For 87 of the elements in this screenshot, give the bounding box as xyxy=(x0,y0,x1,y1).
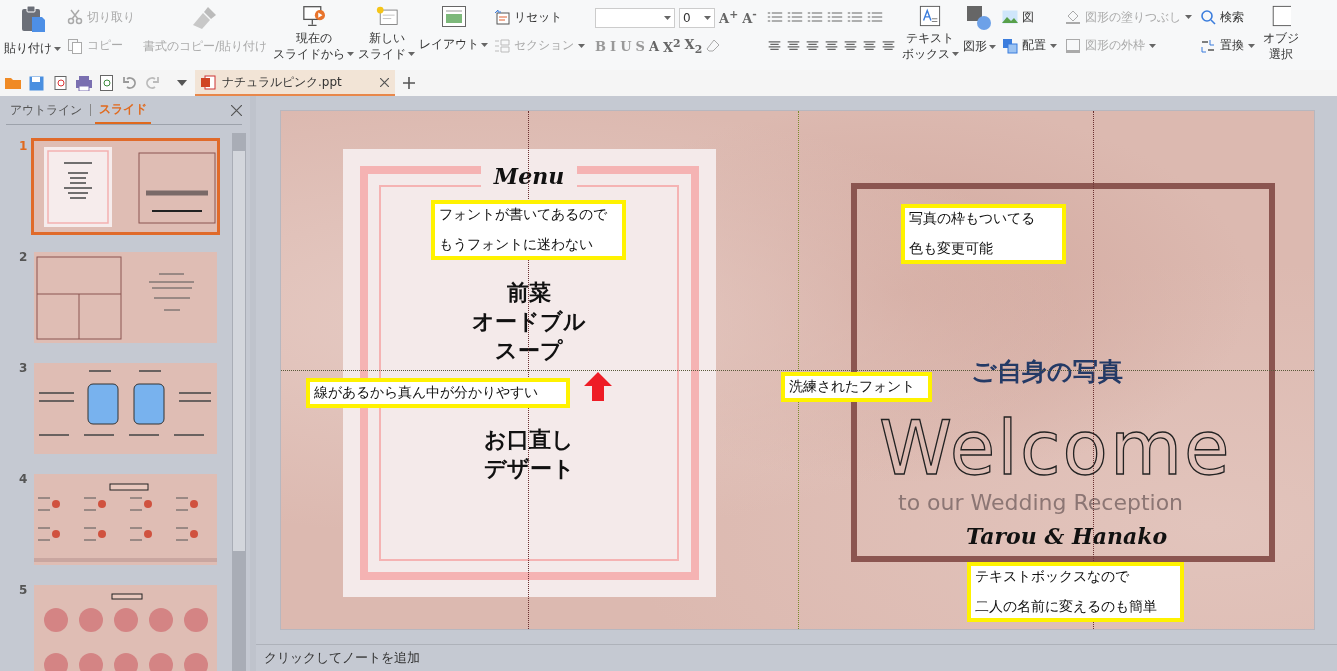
outline-icon xyxy=(1064,37,1081,54)
caret-icon xyxy=(347,52,355,56)
font-name-field[interactable] xyxy=(595,7,676,28)
font-size-button[interactable]: A$^{+}$ xyxy=(719,8,739,27)
close-icon[interactable] xyxy=(380,77,389,87)
caret-icon xyxy=(1148,43,1156,48)
caret-icon xyxy=(951,52,959,56)
align-icon[interactable] xyxy=(766,38,782,53)
photo-caption: ご自身の写真 xyxy=(971,356,1123,388)
eraser-icon[interactable] xyxy=(706,39,721,54)
caret-icon xyxy=(1049,43,1057,48)
paste-button[interactable]: 貼り付け xyxy=(4,0,61,62)
format-button[interactable]: X$^{2}$ xyxy=(662,36,681,56)
align-icon[interactable] xyxy=(861,38,877,53)
paragraph-icon[interactable] xyxy=(766,10,783,25)
callout-note: 線があるから真ん中が分かりやすい xyxy=(306,378,570,408)
callout-note: テキストボックスなので 二人の名前に変えるのも簡単 xyxy=(967,562,1184,622)
caret-icon xyxy=(54,46,61,51)
layout-button[interactable]: レイアウト xyxy=(419,0,489,62)
document-tab[interactable]: ナチュラルピンク.ppt xyxy=(195,70,395,96)
couple-names: Tarou & Hanako xyxy=(966,523,1168,549)
panel-tab[interactable]: アウトライン xyxy=(6,97,86,123)
caret-icon xyxy=(481,42,489,47)
align-icon[interactable] xyxy=(842,38,858,53)
align-icon[interactable] xyxy=(804,38,820,53)
paragraph-icon[interactable] xyxy=(806,10,823,25)
select-icon xyxy=(1270,5,1291,27)
replace-button[interactable]: 置換 xyxy=(1199,37,1255,55)
text-box-icon xyxy=(918,5,943,27)
format-button[interactable]: A xyxy=(648,38,659,54)
arrange-button[interactable]: 配置 xyxy=(1001,37,1057,55)
format-button[interactable]: X$_{2}$ xyxy=(684,36,703,56)
export-icon[interactable] xyxy=(52,75,68,91)
picture-icon xyxy=(1001,10,1018,25)
callout-note: フォントが書いてあるので もうフォントに迷わない xyxy=(431,200,626,260)
callout-note: 洗練されたフォント xyxy=(781,372,932,402)
welcome-title: Welcome xyxy=(879,411,1232,485)
text-box-button[interactable]: テキスト ボックス xyxy=(901,0,959,62)
align-icon[interactable] xyxy=(880,38,896,53)
reset-button[interactable]: リセット xyxy=(494,8,586,26)
scrollbar[interactable] xyxy=(232,133,246,671)
arrange-icon xyxy=(1001,37,1018,54)
caret-icon xyxy=(704,15,712,20)
from-current-slide-button[interactable]: 現在の スライドから xyxy=(273,0,355,62)
font-size-field[interactable]: 0 xyxy=(679,7,716,28)
scissors-icon xyxy=(67,9,83,26)
font-size-button[interactable]: A$^{-}$ xyxy=(742,8,757,27)
reset-icon xyxy=(494,9,511,26)
menu-title: Menu xyxy=(481,163,577,189)
copy-icon xyxy=(67,37,83,54)
paragraph-icon[interactable] xyxy=(846,10,863,25)
clipboard-icon xyxy=(19,5,46,33)
subtitle-text: to our Wedding Reception xyxy=(898,491,1184,516)
paragraph-icon[interactable] xyxy=(866,10,883,25)
arrow-icon xyxy=(584,372,612,401)
caret-icon xyxy=(1247,43,1255,48)
search-button[interactable]: 検索 xyxy=(1199,8,1255,26)
align-icon[interactable] xyxy=(823,38,839,53)
folder-icon[interactable] xyxy=(5,76,21,90)
callout-note: 写真の枠もついてる 色も変更可能 xyxy=(901,204,1066,264)
plus-icon[interactable] xyxy=(403,77,415,89)
dropdown-icon[interactable] xyxy=(177,80,187,86)
caret-icon xyxy=(578,43,586,48)
paragraph-icon[interactable] xyxy=(786,10,803,25)
picture-button[interactable]: 図 xyxy=(1001,8,1057,26)
paragraph-icon[interactable] xyxy=(826,10,843,25)
layout-icon xyxy=(440,5,467,29)
caret-icon xyxy=(1184,15,1192,20)
select-objects-button[interactable]: オブジ 選択 xyxy=(1262,0,1299,62)
presentation-file-icon xyxy=(201,74,216,90)
search-icon xyxy=(1199,9,1216,26)
align-icon[interactable] xyxy=(785,38,801,53)
section-icon xyxy=(494,37,511,54)
brush-icon xyxy=(192,5,218,31)
print-preview-icon[interactable] xyxy=(100,75,115,91)
paint-bucket-icon xyxy=(1064,9,1081,26)
replace-icon xyxy=(1199,37,1216,54)
shapes-icon xyxy=(966,5,993,31)
shapes-button[interactable]: 図形 xyxy=(962,0,996,62)
caret-icon xyxy=(988,44,996,49)
print-icon[interactable] xyxy=(76,75,92,91)
save-icon[interactable] xyxy=(29,75,44,91)
close-icon[interactable] xyxy=(231,104,242,116)
caret-icon xyxy=(664,15,672,20)
new-slide-button[interactable]: 新しい スライド xyxy=(358,0,416,62)
undo-icon[interactable] xyxy=(123,76,137,90)
caret-icon xyxy=(408,52,416,56)
